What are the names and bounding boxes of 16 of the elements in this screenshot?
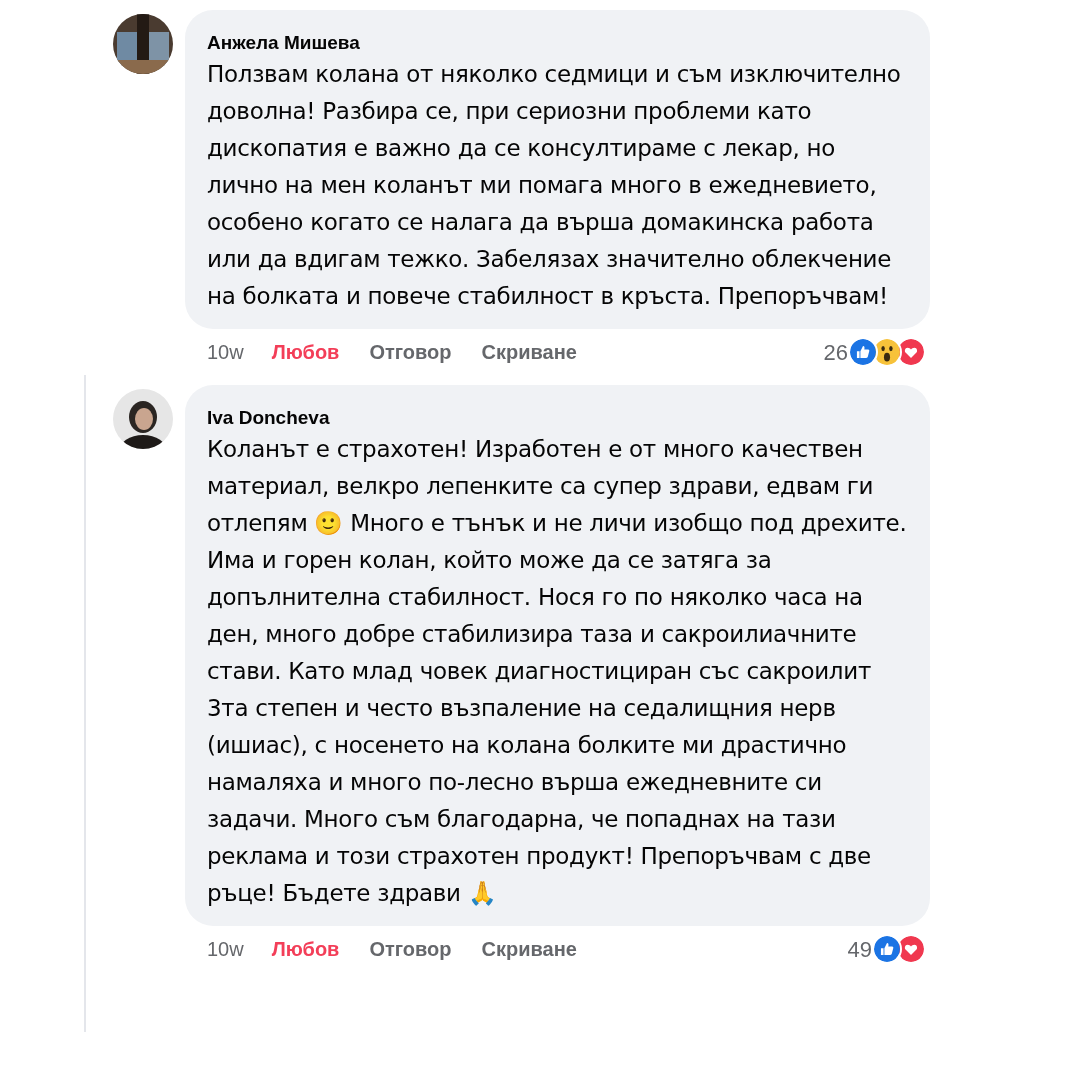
action-link[interactable]: Скриване — [481, 934, 577, 964]
like-reaction-icon — [848, 337, 878, 367]
timestamp: 10w — [207, 937, 244, 962]
author-name[interactable]: Анжела Мишева — [207, 30, 908, 56]
action-link[interactable]: Отговор — [369, 337, 452, 367]
author-name[interactable]: Iva Doncheva — [207, 405, 908, 431]
reaction-count[interactable]: 26 — [823, 335, 848, 369]
reaction-count[interactable]: 49 — [847, 932, 872, 966]
like-reaction-icon — [872, 934, 902, 964]
comment-text: Ползвам колана от няколко седмици и съм изключително доволна! Разбира се, при сериозни проблеми като дископатия е важно да се консултираме с лекар, но лично на мен коланът ми помага много в ежедневието, особено когато се налага да върша домакинска работа или да вдигам тежко. Забелязах значително облекчение на болката и повече стабилност в кръста. Препоръчвам! — [207, 60, 902, 311]
timestamp: 10w — [207, 340, 244, 365]
action-link[interactable]: Любов — [271, 934, 340, 964]
action-link[interactable]: Отговор — [369, 934, 452, 964]
comment-text: Коланът е страхотен! Изработен е от много качествен материал, велкро лепенките са супер здрави, едвам ги отлепям 🙂 Много е тънък и не личи изобщо под дрехите. Има и горен колан, който може да се затяга за допълнителна стабилност. Нося го по няколко часа на ден, много добре стабилизира таза и сакроилиачните стави. Като млад човек диагностициран със сакроилит 3та степен и често възпаление на седалищния нерв (ишиас), с носенето на колана болките ми драстично намаляха и много по-лесно върша ежедневните си задачи. Много съм благодарна, че попаднах на тази реклама и този страхотен продукт! Препоръчвам с две ръце! Бъдете здрави 🙏 — [207, 435, 908, 908]
action-link[interactable]: Любов — [271, 337, 340, 367]
action-link[interactable]: Скриване — [481, 337, 577, 367]
